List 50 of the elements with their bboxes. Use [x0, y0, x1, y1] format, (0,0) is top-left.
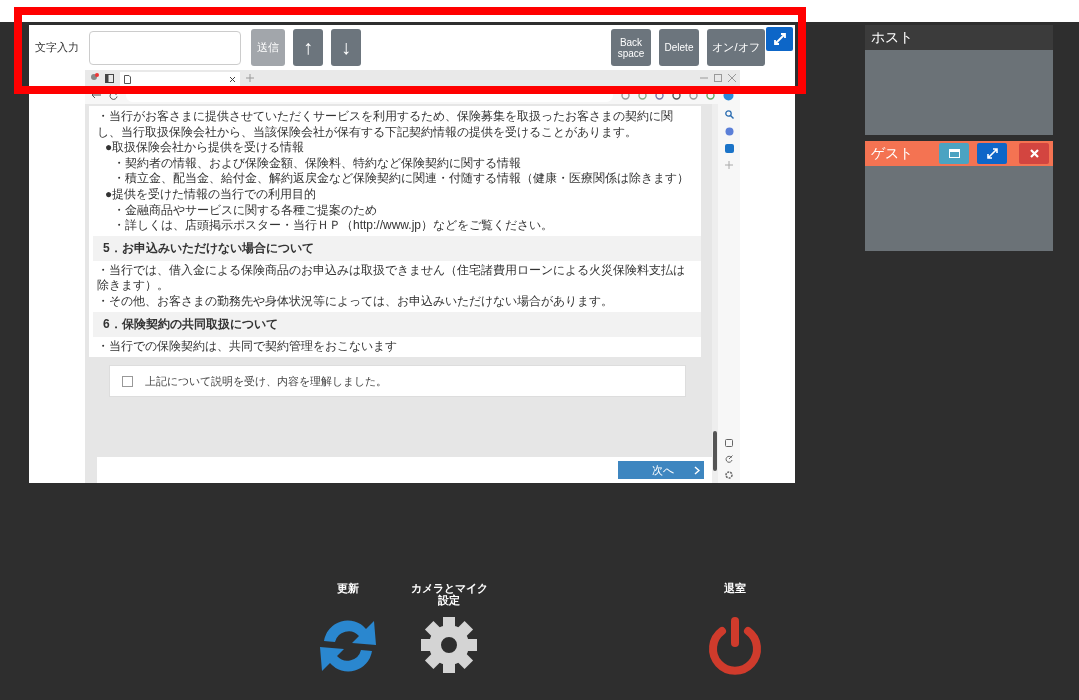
profile-icon — [89, 73, 99, 83]
document-icon — [124, 74, 131, 84]
paragraph: ・当行がお客さまに提供させていただくサービスを利用するため、保険募集を取扱ったお客さまの契約に関し、当行取扱保険会社から、当該保険会社が保有する下記契約情報の提供を受けることがあります。 — [97, 109, 674, 141]
expand-button[interactable] — [766, 27, 793, 51]
section-heading: 5．お申込みいただけない場合について — [93, 235, 701, 261]
search-icon[interactable] — [724, 110, 734, 119]
control-label: 更新 — [336, 583, 360, 596]
paragraph: ・積立金、配当金、給付金、解約返戻金など保険契約に関連・付随する情報（健康・医療関係は除きます） — [112, 171, 690, 187]
paragraph: ・金融商品やサービスに関する各種ご提案のため — [112, 202, 378, 219]
close-icon — [1029, 149, 1039, 158]
toolbar-button[interactable]: Back space — [611, 29, 651, 66]
arrow-button[interactable]: ↓ — [331, 29, 361, 66]
gear-icon[interactable] — [419, 615, 479, 675]
sidebar-icon[interactable] — [725, 439, 733, 447]
checkbox[interactable] — [122, 375, 133, 387]
control-label: 退室 — [723, 583, 747, 596]
paragraph: ●取扱保険会社から提供を受ける情報 — [104, 140, 306, 156]
close-button[interactable] — [1019, 143, 1049, 164]
chevron-icon — [694, 465, 700, 475]
power-icon[interactable] — [706, 615, 764, 677]
paragraph: ・当行での保険契約は、共同で契約管理をおこないます — [97, 338, 398, 355]
expand-icon — [773, 33, 786, 45]
close-icon[interactable] — [229, 75, 236, 83]
paragraph: ・当行では、借入金による保険商品のお申込みは取扱できません（住宅諸費用ローンによる火災保険料支払は除きます）。 — [97, 262, 686, 294]
participant-name: ホスト — [871, 28, 914, 47]
scrollbar-thumb[interactable] — [713, 431, 717, 471]
back-icon[interactable] — [91, 91, 101, 99]
paragraph: ・その他、お客さまの勤務先や身体状況等によっては、お申込みいただけない場合があります。 — [97, 293, 614, 310]
expand-icon — [986, 148, 998, 159]
toolbar-button[interactable]: オン/オフ — [707, 29, 765, 66]
toolbar-button[interactable]: Delete — [659, 29, 699, 66]
input-label: 文字入力 — [35, 40, 79, 55]
window-icon — [948, 149, 960, 158]
expand-button[interactable] — [977, 143, 1007, 164]
paragraph: ●提供を受けた情報の当行での利用目的 — [104, 186, 318, 203]
settings-icon[interactable] — [725, 471, 733, 479]
section-heading: 6．保険契約の共同取扱について — [93, 311, 701, 337]
share-icon[interactable] — [725, 455, 733, 463]
window-button[interactable] — [939, 143, 969, 164]
extension-icon[interactable] — [724, 127, 734, 136]
next-button[interactable]: 次へ — [618, 461, 704, 479]
maximize-icon[interactable] — [714, 74, 722, 82]
paragraph: ・詳しくは、店頭掲示ポスター・当行ＨＰ（http://www.jp）などをご覧ください。 — [112, 218, 555, 234]
text-input-field[interactable] — [89, 30, 241, 65]
participant-name: ゲスト — [871, 144, 914, 163]
tab-actions-icon — [105, 73, 114, 83]
checkbox-label: 上記について説明を受け、内容を理解しました。 — [145, 373, 387, 389]
paragraph: ・契約者の情報、および保険金額、保険料、特約など保険契約に関する情報 — [112, 155, 522, 172]
arrow-button[interactable]: ↑ — [293, 29, 323, 66]
control-label: カメラとマイク設定 — [409, 583, 489, 607]
